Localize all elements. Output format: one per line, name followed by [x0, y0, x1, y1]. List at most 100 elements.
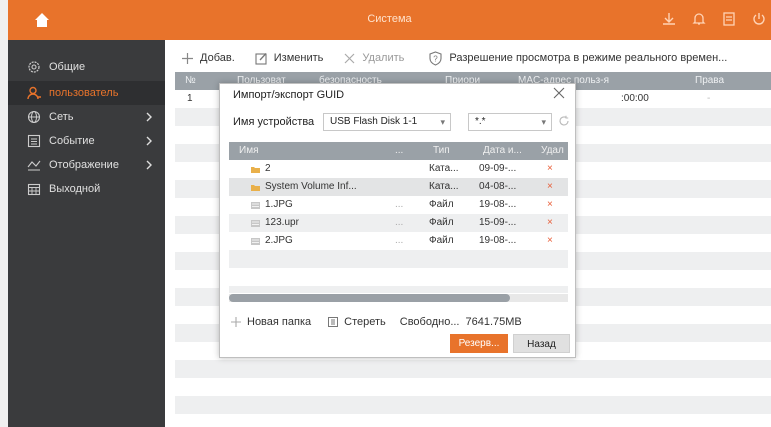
file-name: 123.upr — [265, 217, 299, 228]
globe-icon — [27, 110, 41, 124]
download-icon[interactable] — [661, 11, 677, 27]
edit-label: Изменить — [273, 52, 324, 64]
dialog-footer: Новая папка Стереть Свободно... 7641.75M… — [230, 316, 522, 328]
delete-file-icon[interactable]: × — [547, 199, 553, 210]
file-date: 19-08-... — [479, 235, 517, 246]
document-icon[interactable] — [721, 11, 737, 27]
file-row[interactable]: 2.JPG ... Файл 19-08-... × — [229, 232, 568, 250]
shield-question-icon: ? — [428, 50, 443, 66]
file-row-empty — [229, 286, 568, 293]
calendar-icon — [27, 182, 41, 196]
row-rights: - — [707, 93, 711, 104]
close-icon[interactable] — [552, 86, 566, 100]
col-delete: Удал — [541, 145, 564, 156]
sidebar-item-label: Отображение — [49, 159, 119, 171]
free-space-value: 7641.75MB — [465, 316, 522, 328]
col-date: Дата и... — [483, 145, 522, 156]
top-bar: Система — [8, 0, 771, 40]
file-row-empty — [229, 250, 568, 268]
delete-label: Удалить — [362, 52, 405, 64]
delete-file-icon[interactable]: × — [547, 217, 553, 228]
table-row — [175, 396, 771, 414]
plus-icon — [230, 316, 242, 328]
sidebar-item-label: Выходной — [49, 183, 101, 195]
horizontal-scrollbar[interactable] — [229, 294, 568, 302]
guid-import-export-dialog: Импорт/экспорт GUID Имя устройства USB F… — [219, 83, 576, 358]
file-row[interactable]: System Volume Inf... Ката... 04-08-... × — [229, 178, 568, 196]
chevron-down-icon: ▾ — [440, 117, 445, 127]
file-date: 04-08-... — [479, 181, 517, 192]
sidebar-item-user[interactable]: пользователь — [8, 81, 165, 105]
svg-text:?: ? — [434, 54, 439, 63]
toolbar: Добав. Изменить Удалить ? Разрешение про… — [165, 48, 771, 68]
bell-icon[interactable] — [691, 11, 707, 27]
new-folder-button[interactable]: Новая папка — [230, 316, 311, 328]
sidebar-item-label: Общие — [49, 61, 86, 73]
close-icon — [343, 52, 356, 65]
col-extra: ... — [395, 145, 404, 156]
back-button[interactable]: Назад — [513, 334, 570, 353]
file-name: 2 — [265, 163, 271, 174]
live-view-permission-button[interactable]: ? Разрешение просмотра в режиме реальног… — [428, 50, 728, 66]
file-extra: ... — [395, 199, 404, 210]
sidebar-item-event[interactable]: Событие — [8, 129, 165, 153]
backup-button[interactable]: Резерв... — [450, 334, 508, 353]
chevron-right-icon — [145, 159, 153, 171]
scrollbar-thumb[interactable] — [229, 294, 511, 302]
list-icon — [27, 134, 41, 148]
folder-icon — [251, 165, 260, 173]
free-space-label: Свободно... — [399, 316, 460, 328]
file-type: Файл — [429, 235, 454, 246]
power-icon[interactable] — [751, 11, 767, 27]
add-button[interactable]: Добав. — [181, 52, 235, 65]
refresh-icon[interactable] — [558, 115, 570, 127]
file-type: Ката... — [429, 181, 459, 192]
erase-label: Стереть — [344, 316, 386, 328]
table-row — [175, 378, 771, 396]
file-name: 2.JPG — [265, 235, 293, 246]
sidebar: Общие пользователь Сеть Событие Отображе… — [8, 40, 165, 427]
user-icon — [27, 86, 41, 100]
delete-file-icon[interactable]: × — [547, 163, 553, 174]
delete-button[interactable]: Удалить — [343, 52, 404, 65]
sidebar-item-label: пользователь — [49, 87, 119, 99]
edit-button[interactable]: Изменить — [255, 52, 324, 65]
col-no: № — [185, 75, 196, 86]
sidebar-item-general[interactable]: Общие — [8, 55, 165, 79]
filter-select[interactable]: *.* ▾ — [468, 113, 552, 131]
sidebar-item-label: Сеть — [49, 111, 74, 123]
device-select-value: USB Flash Disk 1-1 — [330, 116, 418, 127]
window-edge — [0, 0, 8, 427]
file-type: Файл — [429, 199, 454, 210]
sidebar-item-display[interactable]: Отображение — [8, 153, 165, 177]
device-name-label: Имя устройства — [233, 116, 315, 128]
folder-icon — [251, 183, 260, 191]
sidebar-item-label: Событие — [49, 135, 95, 147]
delete-file-icon[interactable]: × — [547, 235, 553, 246]
file-row[interactable]: 1.JPG ... Файл 19-08-... × — [229, 196, 568, 214]
chevron-right-icon — [145, 135, 153, 147]
row-mac: :00:00 — [621, 93, 649, 104]
file-extra: ... — [395, 217, 404, 228]
col-name: Имя — [239, 145, 259, 156]
erase-button[interactable]: Стереть — [327, 316, 386, 328]
file-type: Файл — [429, 217, 454, 228]
table-row — [175, 360, 771, 378]
edit-icon — [255, 52, 268, 65]
eye-icon — [27, 158, 41, 172]
sidebar-item-network[interactable]: Сеть — [8, 105, 165, 129]
file-row[interactable]: 123.upr ... Файл 15-09-... × — [229, 214, 568, 232]
file-table-header: Имя ... Тип Дата и... Удал — [229, 142, 568, 160]
file-date: 09-09-... — [479, 163, 517, 174]
dialog-title: Импорт/экспорт GUID — [233, 89, 345, 101]
delete-file-icon[interactable]: × — [547, 181, 553, 192]
file-extra: ... — [395, 235, 404, 246]
file-row[interactable]: 2 Ката... 09-09-... × — [229, 160, 568, 178]
sidebar-item-output[interactable]: Выходной — [8, 177, 165, 201]
filter-select-value: *.* — [475, 116, 486, 127]
erase-icon — [327, 316, 339, 328]
plus-icon — [181, 52, 194, 65]
permission-label: Разрешение просмотра в режиме реального … — [449, 52, 728, 64]
device-select[interactable]: USB Flash Disk 1-1 ▾ — [323, 113, 451, 131]
file-type: Ката... — [429, 163, 459, 174]
